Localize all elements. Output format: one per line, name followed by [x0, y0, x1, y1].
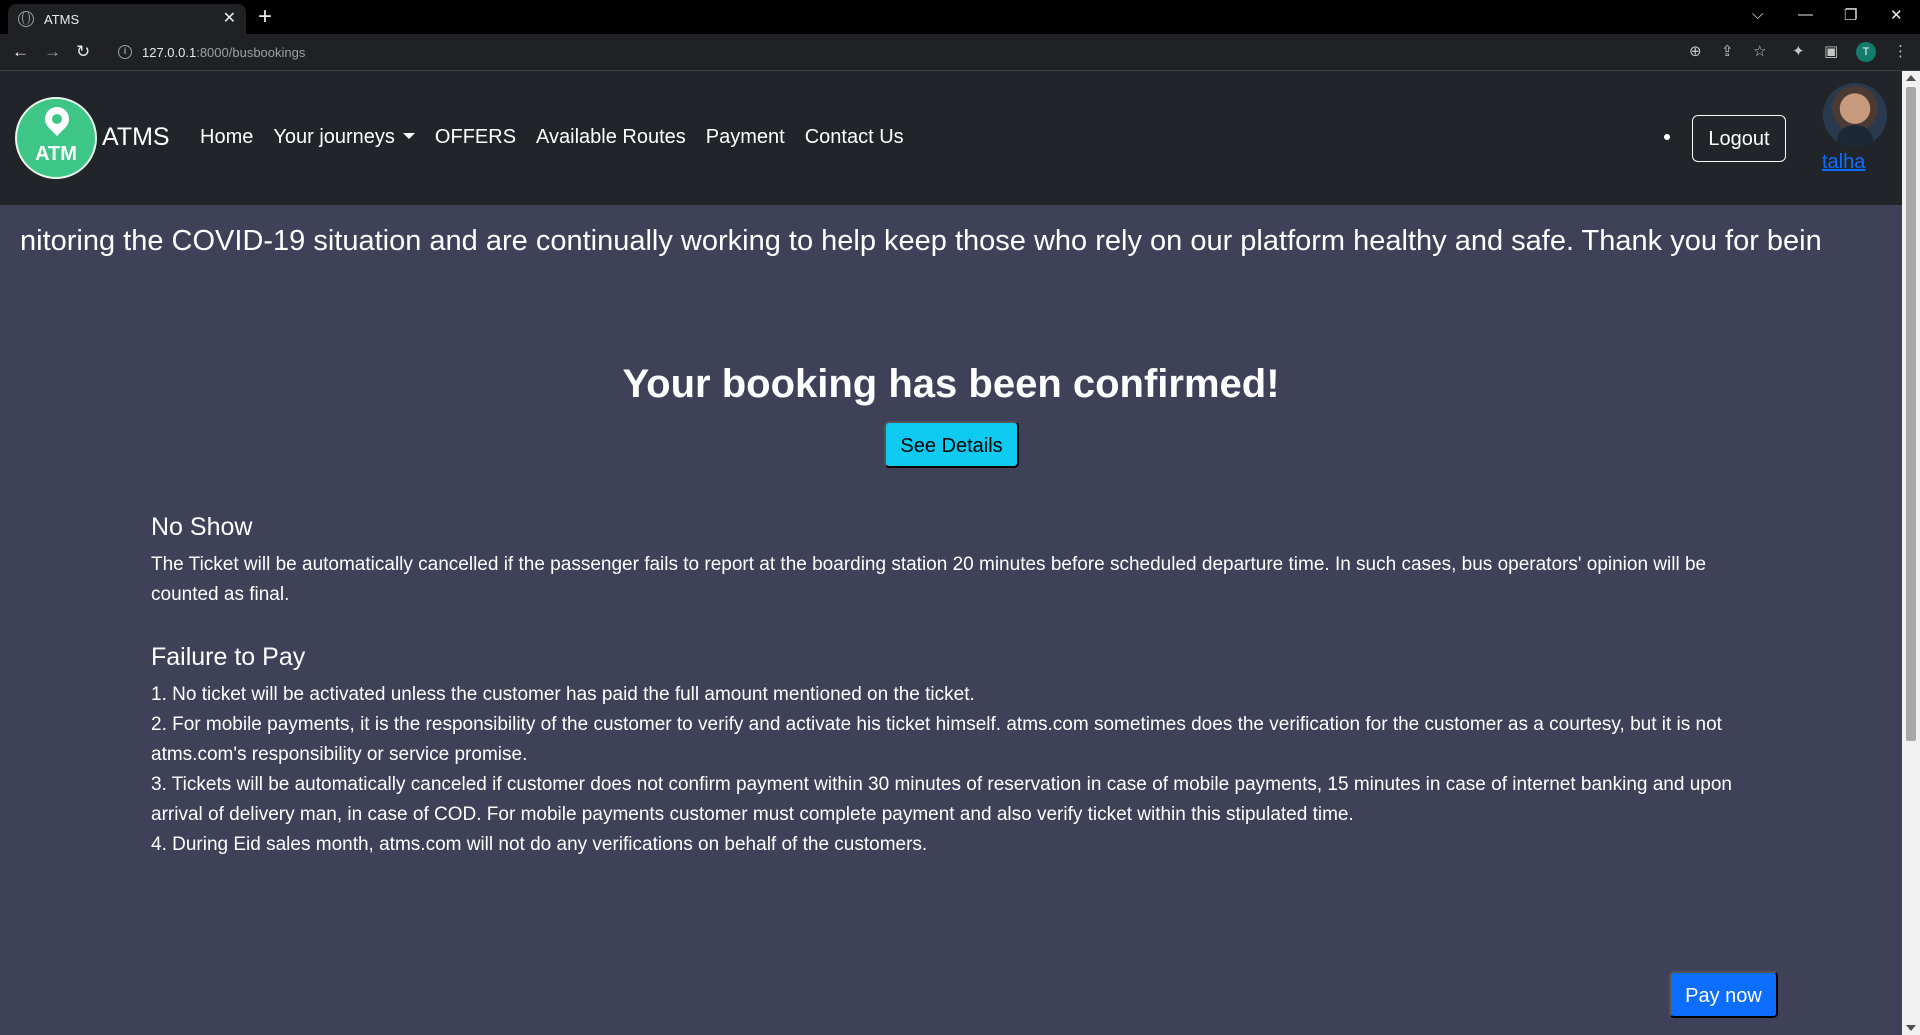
- globe-icon: [18, 11, 34, 27]
- pay-now-button[interactable]: Pay now: [1669, 971, 1778, 1018]
- covid-notice-marquee: nitoring the COVID-19 situation and are …: [0, 225, 1902, 265]
- url-host: 127.0.0.1: [142, 44, 197, 60]
- close-tab-icon[interactable]: ✕: [223, 11, 236, 27]
- logout-button[interactable]: Logout: [1692, 115, 1786, 162]
- back-icon[interactable]: ←: [12, 42, 29, 62]
- user-avatar[interactable]: [1823, 83, 1887, 147]
- logo-text: ATM: [35, 143, 77, 165]
- no-show-section: No Show The Ticket will be automatically…: [151, 513, 1741, 610]
- address-bar[interactable]: i 127.0.0.1:8000/busbookings: [108, 38, 1760, 66]
- policy-item: 1. No ticket will be activated unless th…: [151, 684, 975, 705]
- scroll-up-arrow-icon[interactable]: [1906, 75, 1916, 81]
- extensions-puzzle-icon[interactable]: ✦: [1792, 43, 1805, 61]
- nav-your-journeys-dropdown[interactable]: Your journeys: [273, 126, 415, 149]
- failure-to-pay-heading: Failure to Pay: [151, 643, 306, 671]
- window-close-icon[interactable]: ✕: [1890, 6, 1903, 24]
- browser-menu-icon[interactable]: ⋮: [1893, 43, 1908, 61]
- site-info-icon[interactable]: i: [118, 45, 132, 59]
- page-scrollbar[interactable]: [1902, 71, 1920, 1035]
- no-show-heading: No Show: [151, 513, 253, 541]
- share-icon[interactable]: ⇪: [1721, 43, 1734, 61]
- site-navbar: ATM ATMS Home Your journeys OFFERS Avail…: [0, 71, 1902, 205]
- nav-links: Home Your journeys OFFERS Available Rout…: [200, 126, 924, 149]
- tab-search-icon[interactable]: ⌵: [1752, 6, 1763, 23]
- nav-available-routes[interactable]: Available Routes: [536, 126, 686, 149]
- map-pin-icon: [40, 102, 74, 136]
- nav-your-journeys-label: Your journeys: [273, 126, 395, 148]
- side-panel-icon[interactable]: ▣: [1824, 43, 1838, 61]
- nav-contact-us[interactable]: Contact Us: [805, 126, 904, 149]
- tab-title: ATMS: [44, 11, 80, 27]
- booking-confirmed-heading: Your booking has been confirmed!: [622, 362, 1280, 406]
- atm-logo[interactable]: ATM: [15, 97, 97, 179]
- zoom-icon[interactable]: ⊕: [1689, 43, 1702, 61]
- policy-item: 3. Tickets will be automatically cancele…: [151, 774, 1732, 825]
- nav-home[interactable]: Home: [200, 126, 253, 149]
- marquee-text: nitoring the COVID-19 situation and are …: [20, 225, 1822, 257]
- brand-name[interactable]: ATMS: [102, 123, 170, 152]
- new-tab-button[interactable]: +: [258, 5, 272, 29]
- policy-item: 4. During Eid sales month, atms.com will…: [151, 834, 928, 855]
- restore-icon[interactable]: ❐: [1844, 6, 1857, 24]
- nav-bullet-dot: [1664, 134, 1670, 140]
- scroll-down-arrow-icon[interactable]: [1906, 1025, 1916, 1031]
- browser-tab-strip: ATMS ✕ + ⌵ — ❐ ✕: [0, 0, 1920, 34]
- browser-tab[interactable]: ATMS ✕: [8, 4, 246, 34]
- chevron-down-icon: [402, 133, 415, 139]
- minimize-icon[interactable]: —: [1798, 6, 1813, 23]
- username-link[interactable]: talha: [1822, 151, 1865, 174]
- scrollbar-thumb[interactable]: [1906, 87, 1916, 741]
- browser-profile-avatar[interactable]: T: [1856, 42, 1876, 62]
- failure-to-pay-section: Failure to Pay 1. No ticket will be acti…: [151, 643, 1741, 860]
- nav-payment[interactable]: Payment: [706, 126, 785, 149]
- see-details-button[interactable]: See Details: [884, 421, 1019, 468]
- policy-item: 2. For mobile payments, it is the respon…: [151, 714, 1722, 765]
- forward-icon[interactable]: →: [44, 42, 61, 62]
- browser-toolbar: ← → ↻ i 127.0.0.1:8000/busbookings ⊕ ⇪ ☆…: [0, 34, 1920, 71]
- no-show-text: The Ticket will be automatically cancell…: [151, 554, 1707, 605]
- nav-offers[interactable]: OFFERS: [435, 126, 516, 149]
- reload-icon[interactable]: ↻: [76, 42, 90, 62]
- bookmark-star-icon[interactable]: ☆: [1753, 43, 1766, 61]
- url-path: :8000/busbookings: [196, 44, 306, 60]
